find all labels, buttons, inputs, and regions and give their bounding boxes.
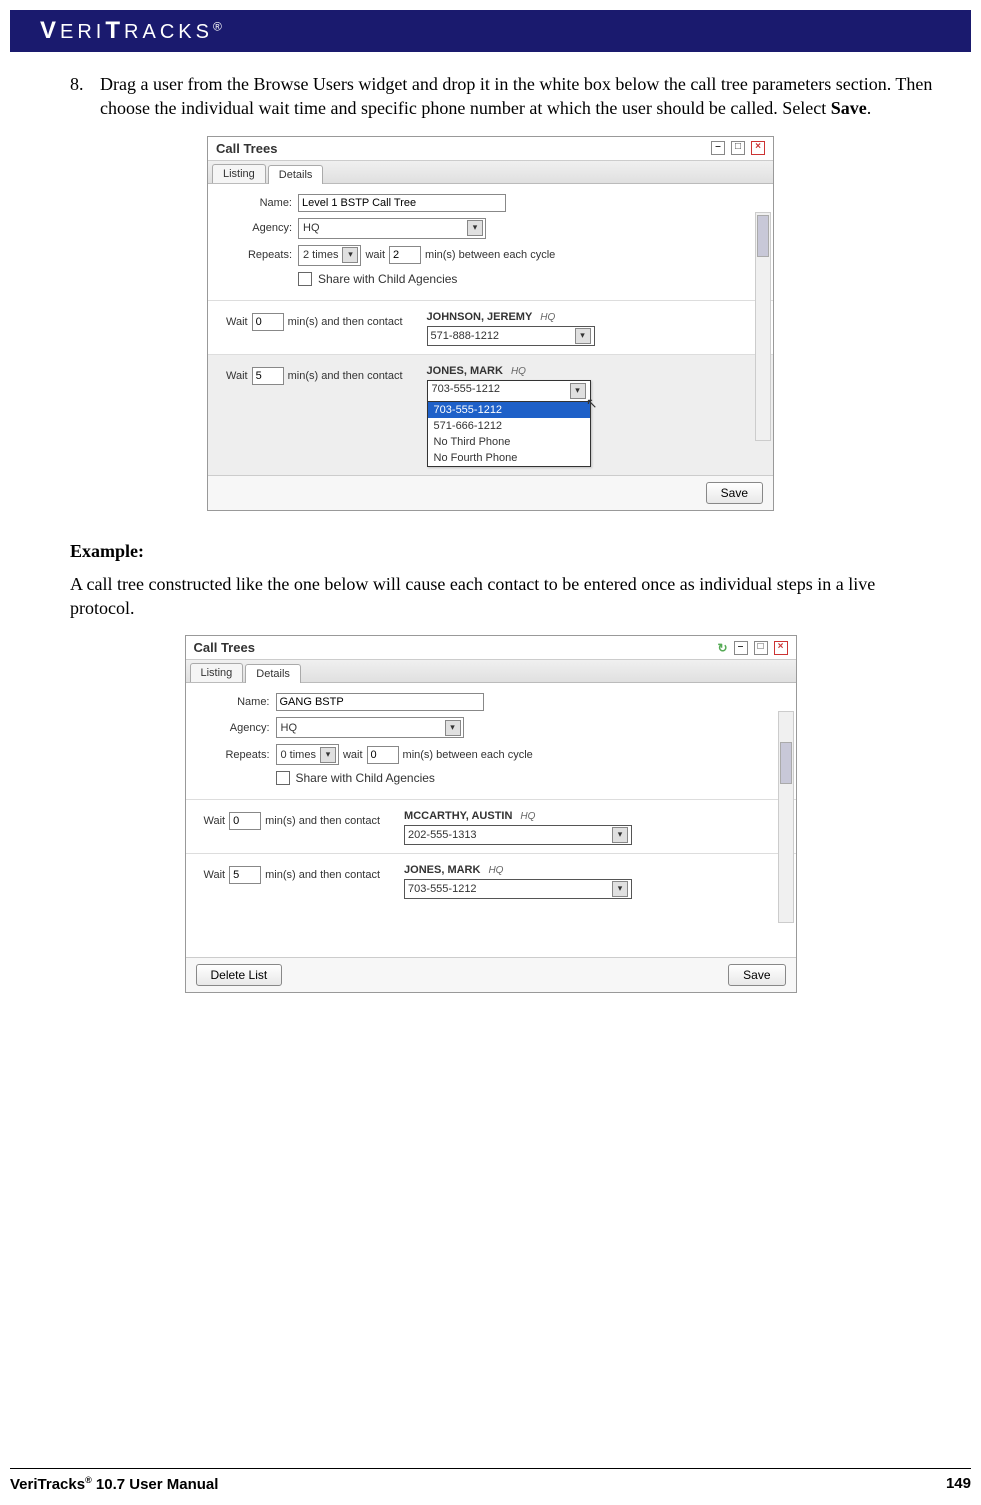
widget-title-bar: Call Trees – □ ×	[208, 137, 773, 161]
tab-details[interactable]: Details	[268, 165, 324, 184]
share-label: Share with Child Agencies	[296, 771, 435, 785]
tab-details[interactable]: Details	[245, 664, 301, 683]
contact-wait-input[interactable]	[229, 866, 261, 884]
contact-org: HQ	[520, 811, 535, 822]
widget-title: Call Trees	[194, 640, 255, 655]
contact-wait-input[interactable]	[229, 812, 261, 830]
contact-name: JOHNSON, JEREMY	[427, 311, 533, 323]
step-8: 8. Drag a user from the Browse Users wid…	[70, 72, 941, 121]
call-trees-widget-2: Call Trees ↻ – □ × Listing Details Name:	[185, 635, 797, 993]
contact-wait-input[interactable]	[252, 313, 284, 331]
contact-org: HQ	[488, 865, 503, 876]
chevron-down-icon: ▾	[612, 827, 628, 843]
footer-page-number: 149	[946, 1475, 971, 1493]
name-input[interactable]	[276, 693, 484, 711]
contact-row: Wait min(s) and then contact MCCARTHY, A…	[186, 799, 796, 853]
call-trees-widget-1: Call Trees – □ × Listing Details Name: A…	[207, 136, 774, 511]
chevron-down-icon: ▾	[445, 720, 461, 736]
widget-title-bar: Call Trees ↻ – □ ×	[186, 636, 796, 660]
contact-name: JONES, MARK	[404, 864, 480, 876]
contact-org: HQ	[540, 312, 555, 323]
contact-org: HQ	[511, 366, 526, 377]
cycle-wait-input[interactable]	[389, 246, 421, 264]
tab-listing[interactable]: Listing	[190, 663, 244, 682]
name-label: Name:	[222, 197, 298, 209]
example-heading: Example:	[70, 541, 911, 562]
chevron-down-icon: ▾	[575, 328, 591, 344]
close-icon[interactable]: ×	[751, 141, 765, 155]
widget-title: Call Trees	[216, 141, 277, 156]
page-footer: VeriTracks® 10.7 User Manual 149	[10, 1475, 971, 1493]
widget-footer: Delete List Save	[186, 957, 796, 992]
brand-header: VVERITRACKSERITRACKS®	[10, 10, 971, 52]
contact-row: Wait min(s) and then contact JONES, MARK…	[208, 354, 773, 475]
repeats-select[interactable]: 2 times▾	[298, 245, 361, 266]
delete-list-button[interactable]: Delete List	[196, 964, 283, 986]
footer-product: VeriTracks® 10.7 User Manual	[10, 1475, 218, 1493]
refresh-icon[interactable]: ↻	[717, 641, 727, 655]
agency-select[interactable]: HQ▾	[298, 218, 486, 239]
cycle-wait-input[interactable]	[367, 746, 399, 764]
name-input[interactable]	[298, 194, 506, 212]
chevron-down-icon: ▾	[570, 383, 586, 399]
maximize-icon[interactable]: □	[731, 141, 745, 155]
minimize-icon[interactable]: –	[734, 641, 748, 655]
footer-divider	[10, 1468, 971, 1469]
step-number: 8.	[70, 72, 100, 121]
agency-label: Agency:	[200, 722, 276, 734]
share-checkbox[interactable]	[276, 771, 290, 785]
close-icon[interactable]: ×	[774, 641, 788, 655]
dropdown-option[interactable]: No Third Phone	[428, 434, 590, 450]
chevron-down-icon: ▾	[612, 881, 628, 897]
save-button[interactable]: Save	[728, 964, 785, 986]
save-button[interactable]: Save	[706, 482, 763, 504]
contact-row: Wait min(s) and then contact JONES, MARK…	[186, 853, 796, 907]
maximize-icon[interactable]: □	[754, 641, 768, 655]
brand-logo: VVERITRACKSERITRACKS®	[40, 17, 222, 45]
tabs: Listing Details	[208, 161, 773, 184]
contact-wait-input[interactable]	[252, 367, 284, 385]
cursor-icon: ↖	[586, 395, 598, 412]
contact-name: MCCARTHY, AUSTIN	[404, 810, 512, 822]
share-checkbox[interactable]	[298, 272, 312, 286]
step-text: Drag a user from the Browse Users widget…	[100, 72, 941, 121]
repeats-label: Repeats:	[200, 749, 276, 761]
phone-dropdown[interactable]: 703-555-1212 ▾ 703-555-1212 571-666-1212…	[427, 380, 591, 467]
dropdown-option[interactable]: No Fourth Phone	[428, 450, 590, 466]
phone-select[interactable]: 703-555-1212▾	[404, 879, 632, 899]
chevron-down-icon: ▾	[467, 220, 483, 236]
dropdown-option[interactable]: 703-555-1212	[428, 402, 590, 418]
example-text: A call tree constructed like the one bel…	[70, 572, 941, 621]
phone-select[interactable]: 202-555-1313▾	[404, 825, 632, 845]
tabs: Listing Details	[186, 660, 796, 683]
chevron-down-icon: ▾	[320, 747, 336, 763]
repeats-label: Repeats:	[222, 249, 298, 261]
share-label: Share with Child Agencies	[318, 272, 457, 286]
widget-footer: Save	[208, 475, 773, 510]
agency-label: Agency:	[222, 222, 298, 234]
dropdown-option[interactable]: 571-666-1212	[428, 418, 590, 434]
minimize-icon[interactable]: –	[711, 141, 725, 155]
agency-select[interactable]: HQ▾	[276, 717, 464, 738]
phone-select[interactable]: 571-888-1212▾	[427, 326, 595, 346]
contact-row: Wait min(s) and then contact JOHNSON, JE…	[208, 300, 773, 354]
chevron-down-icon: ▾	[342, 247, 358, 263]
repeats-select[interactable]: 0 times▾	[276, 744, 339, 765]
name-label: Name:	[200, 696, 276, 708]
tab-listing[interactable]: Listing	[212, 164, 266, 183]
contact-name: JONES, MARK	[427, 365, 503, 377]
